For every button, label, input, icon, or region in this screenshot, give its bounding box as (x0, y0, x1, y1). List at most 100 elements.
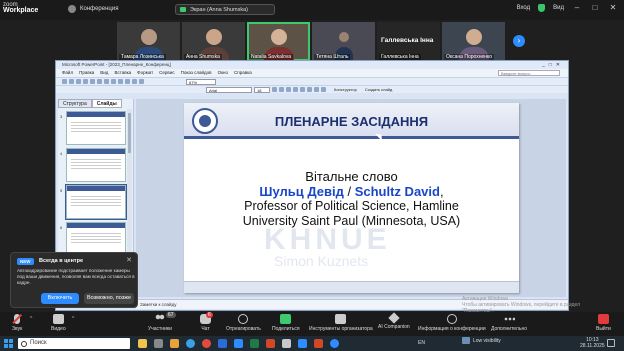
close-icon[interactable]: ✕ (608, 3, 618, 12)
zoom-select[interactable]: 67% (186, 78, 216, 85)
font-color-icon[interactable] (321, 87, 326, 92)
menu-view[interactable]: Вид (100, 69, 108, 77)
current-slide[interactable]: ПЛЕНАРНЕ ЗАСІДАННЯ KHNUE Simon Kuznets В… (184, 103, 519, 293)
italic-icon[interactable] (279, 87, 284, 92)
chevron-up-icon[interactable]: ^ (72, 316, 74, 322)
tab-slides[interactable]: Слайды (91, 99, 122, 108)
designer-button[interactable]: Конструктор (334, 87, 357, 92)
windows-start-icon[interactable] (4, 339, 13, 348)
question-input[interactable]: Введите вопрос (498, 70, 560, 76)
taskbar-app-icon[interactable] (282, 339, 291, 348)
more-button[interactable]: Дополнительно (491, 314, 527, 332)
powerpoint-icon[interactable] (266, 339, 275, 348)
new-slide-button[interactable]: Создать слайд (365, 87, 392, 92)
excel-icon[interactable] (250, 339, 259, 348)
participant-tile-no-video[interactable]: Галлевська Інна Галлевська Інна (377, 22, 440, 61)
taskbar-app-icon[interactable] (154, 339, 163, 348)
ai-companion-button[interactable]: AI Companion (378, 312, 410, 330)
menu-edit[interactable]: Правка (79, 69, 94, 77)
copy-icon[interactable] (104, 79, 109, 84)
menu-tools[interactable]: Сервис (159, 69, 174, 77)
undo-icon[interactable] (118, 79, 123, 84)
slide-thumbnail[interactable]: 4 (60, 148, 126, 182)
audio-button[interactable]: Звук (12, 314, 22, 332)
chevron-up-icon[interactable]: ^ (30, 316, 32, 322)
font-size-select[interactable]: 18 (254, 86, 270, 93)
word-icon[interactable] (218, 339, 227, 348)
participant-tile[interactable]: Тетяна Шталь (312, 22, 375, 61)
minimize-icon[interactable]: – (572, 3, 582, 12)
bullets-icon[interactable] (314, 87, 319, 92)
cut-icon[interactable] (97, 79, 102, 84)
participant-face (338, 32, 349, 42)
ppt-title-bar: Microsoft PowerPoint - [2023_Пленарне_Ко… (56, 61, 568, 69)
notification-icon[interactable] (607, 339, 615, 347)
slide-thumbnail-selected[interactable]: 5 (60, 184, 127, 220)
taskbar-clock[interactable]: 10:13 28.11.2025 (580, 337, 605, 349)
later-button[interactable]: Возможно, позже (84, 293, 134, 304)
font-name-select[interactable]: Arial (206, 86, 252, 93)
visibility-text: Low visibility (473, 337, 501, 344)
react-button[interactable]: Отреагировать (226, 314, 261, 332)
thumb-header (67, 112, 125, 117)
menu-format[interactable]: Формат (137, 69, 153, 77)
exit-button[interactable]: Выйти (596, 314, 611, 332)
participant-tile[interactable]: Оксана Порохненко (442, 22, 505, 61)
print-icon[interactable] (83, 79, 88, 84)
edge-icon[interactable] (186, 339, 195, 348)
underline-icon[interactable] (286, 87, 291, 92)
host-tools-button[interactable]: Инструменты организатора (309, 314, 373, 332)
conference-menu[interactable]: Конференция (68, 5, 118, 13)
redo-icon[interactable] (125, 79, 130, 84)
taskbar-app-icon[interactable] (138, 339, 147, 348)
visibility-widget[interactable]: Low visibility (462, 337, 501, 344)
maximize-icon[interactable]: □ (590, 3, 600, 12)
login-button[interactable]: Вход (517, 5, 531, 11)
taskbar-search[interactable]: Поиск (18, 338, 130, 349)
view-button[interactable]: Вид (553, 5, 564, 11)
video-button[interactable]: Видео (51, 314, 66, 332)
participant-tile[interactable]: Анна Shumska (182, 22, 245, 61)
taskbar-app-icon[interactable] (330, 339, 339, 348)
taskbar-app-icon[interactable] (314, 339, 323, 348)
chart-icon[interactable] (139, 79, 144, 84)
menu-window[interactable]: Окно (218, 69, 228, 77)
menu-insert[interactable]: Вставка (114, 69, 131, 77)
new-icon[interactable] (62, 79, 67, 84)
screen-share-banner[interactable]: Экран (Anna Shumska) (175, 4, 275, 15)
align-center-icon[interactable] (300, 87, 305, 92)
meeting-info-button[interactable]: Информация о конференции (418, 314, 486, 332)
next-participants-icon[interactable]: › (513, 35, 525, 47)
shield-icon[interactable] (538, 3, 546, 12)
open-icon[interactable] (69, 79, 74, 84)
participant-big-name: Галлевська Інна (381, 37, 434, 44)
enable-button[interactable]: Включить (41, 293, 79, 304)
zoom-app-icon[interactable] (234, 339, 243, 348)
taskbar-app-icon[interactable] (298, 339, 307, 348)
bold-icon[interactable] (272, 87, 277, 92)
folder-icon[interactable] (170, 339, 179, 348)
language-indicator[interactable]: EN (418, 340, 425, 346)
align-left-icon[interactable] (293, 87, 298, 92)
save-icon[interactable] (76, 79, 81, 84)
table-icon[interactable] (132, 79, 137, 84)
spell-icon[interactable] (90, 79, 95, 84)
info-icon (446, 314, 457, 324)
menu-help[interactable]: Справка (234, 69, 252, 77)
speaker-name: Шульц Девід / Schultz David, (184, 184, 519, 199)
slide-thumbnail[interactable]: 3 (60, 111, 126, 145)
tab-outline[interactable]: Структура (58, 99, 92, 108)
zoom-logo: zoom Workplace (3, 2, 38, 14)
participant-tile-active-speaker[interactable]: Natalia Savkalova (247, 22, 310, 61)
video-label: Видео (51, 326, 66, 332)
menu-file[interactable]: Файл (62, 69, 73, 77)
participant-tile[interactable]: Тамара Лозинська (117, 22, 180, 61)
chrome-icon[interactable] (202, 339, 211, 348)
menu-slideshow[interactable]: Показ слайдов (181, 69, 212, 77)
share-button[interactable]: Поделиться (272, 314, 300, 332)
close-icon[interactable]: ✕ (126, 256, 132, 264)
ppt-window-controls[interactable]: _□✕ (542, 61, 564, 69)
paste-icon[interactable] (111, 79, 116, 84)
slide-thumbnail[interactable]: 6 (60, 222, 126, 256)
align-right-icon[interactable] (307, 87, 312, 92)
